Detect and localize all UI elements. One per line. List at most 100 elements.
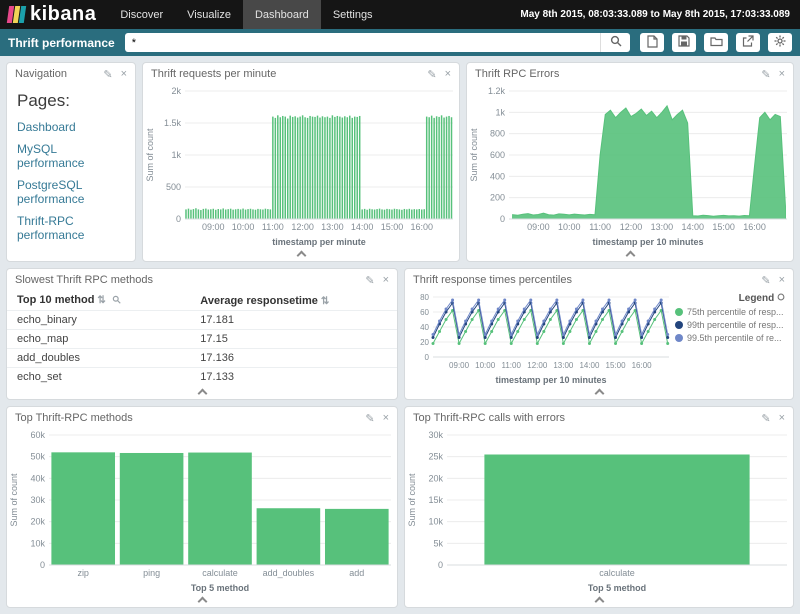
edit-icon[interactable]: ✎ — [761, 68, 770, 81]
edit-icon[interactable]: ✎ — [103, 68, 112, 81]
close-icon[interactable]: × — [779, 274, 785, 287]
close-icon[interactable]: × — [445, 68, 451, 81]
collapse-panel-button[interactable] — [7, 594, 397, 607]
table-row[interactable]: add_doubles17.136 — [7, 349, 397, 368]
collapse-chevron-icon — [625, 251, 635, 261]
svg-text:add_doubles: add_doubles — [263, 568, 315, 578]
column-header-responsetime[interactable]: Average responsetime⇅ — [190, 291, 397, 311]
dashboard-toolbar — [640, 33, 792, 52]
nav-item-settings[interactable]: Settings — [321, 0, 385, 29]
collapse-panel-button[interactable] — [7, 386, 397, 399]
svg-text:0: 0 — [438, 560, 443, 570]
panel-top-errors-header[interactable]: Top Thrift-RPC calls with errors ✎ × — [405, 407, 793, 429]
svg-text:12:00: 12:00 — [527, 361, 548, 370]
nav-item-dashboard[interactable]: Dashboard — [243, 0, 321, 29]
panel-thrift-rpc-errors-header[interactable]: Thrift RPC Errors ✎ × — [467, 63, 793, 85]
legend-item[interactable]: 75th percentile of resp... — [675, 307, 785, 317]
new-dashboard-button[interactable] — [640, 33, 664, 52]
top-methods-chart[interactable]: 010k20k30k40k50k60kzippingcalculateadd_d… — [7, 429, 397, 594]
svg-text:16:00: 16:00 — [410, 222, 433, 232]
time-range-picker[interactable]: May 8th 2015, 08:03:33.089 to May 8th 20… — [520, 9, 800, 20]
column-header-method[interactable]: Top 10 method⇅ — [7, 291, 190, 311]
panel-thrift-requests-header[interactable]: Thrift requests per minute ✎ × — [143, 63, 459, 85]
dashboard-title: Thrift performance — [8, 36, 115, 50]
edit-icon[interactable]: ✎ — [761, 274, 770, 287]
magnifier-icon[interactable] — [112, 295, 121, 307]
search-input[interactable] — [125, 33, 600, 52]
search-button[interactable] — [600, 33, 630, 52]
panel-title: Navigation — [15, 68, 103, 80]
query-bar: Thrift performance — [0, 29, 800, 56]
nav-item-discover[interactable]: Discover — [108, 0, 175, 29]
svg-text:ping: ping — [143, 568, 160, 578]
edit-icon[interactable]: ✎ — [365, 412, 374, 425]
svg-text:1k: 1k — [495, 107, 505, 117]
panel-slowest-methods: Slowest Thrift RPC methods ✎ × Top 10 me… — [6, 268, 398, 400]
panel-thrift-requests: Thrift requests per minute ✎ × 05001k1.5… — [142, 62, 460, 262]
panel-percentiles-header[interactable]: Thrift response times percentiles ✎ × — [405, 269, 793, 291]
collapse-chevron-icon — [594, 597, 604, 607]
table-row[interactable]: echo_binary17.181 — [7, 311, 397, 330]
svg-text:10:00: 10:00 — [558, 222, 581, 232]
share-dashboard-button[interactable] — [736, 33, 760, 52]
folder-open-icon — [710, 36, 723, 50]
svg-text:16:00: 16:00 — [632, 361, 653, 370]
legend-item[interactable]: 99th percentile of resp... — [675, 320, 785, 330]
close-icon[interactable]: × — [779, 412, 785, 425]
collapse-panel-button[interactable] — [143, 248, 459, 261]
page-link-postgresql[interactable]: PostgreSQL performance — [17, 178, 125, 206]
column-label: Top 10 method — [17, 294, 94, 306]
page-link-mysql[interactable]: MySQL performance — [17, 142, 125, 170]
sort-icon[interactable]: ⇅ — [97, 295, 105, 306]
rpc-errors-chart[interactable]: 02004006008001k1.2k09:0010:0011:0012:001… — [467, 85, 793, 248]
collapse-panel-button[interactable] — [405, 594, 793, 607]
svg-text:11:00: 11:00 — [262, 222, 284, 232]
close-icon[interactable]: × — [383, 412, 389, 425]
legend-toggle[interactable]: Legend — [675, 293, 785, 304]
panel-navigation-header[interactable]: Navigation ✎ × — [7, 63, 135, 85]
svg-text:10:00: 10:00 — [232, 222, 255, 232]
svg-text:Sum of count: Sum of count — [9, 473, 19, 527]
requests-per-minute-chart[interactable]: 05001k1.5k2k09:0010:0011:0012:0013:0014:… — [143, 85, 459, 248]
navigation-markdown: Pages: Dashboard MySQL performance Postg… — [7, 85, 135, 261]
table-row[interactable]: echo_set17.133 — [7, 368, 397, 387]
save-dashboard-button[interactable] — [672, 33, 696, 52]
svg-text:0: 0 — [40, 560, 45, 570]
close-icon[interactable]: × — [779, 68, 785, 81]
dashboard-settings-button[interactable] — [768, 33, 792, 52]
percentiles-chart[interactable]: 02040608009:0010:0011:0012:0013:0014:001… — [405, 291, 675, 386]
top-errors-chart[interactable]: 05k10k15k20k25k30kcalculateSum of countT… — [405, 429, 793, 594]
kibana-logo[interactable]: kibana — [0, 3, 108, 26]
panel-slowest-methods-header[interactable]: Slowest Thrift RPC methods ✎ × — [7, 269, 397, 291]
edit-icon[interactable]: ✎ — [427, 68, 436, 81]
svg-text:20: 20 — [420, 338, 429, 347]
svg-text:400: 400 — [490, 171, 505, 181]
nav-item-visualize[interactable]: Visualize — [175, 0, 243, 29]
load-dashboard-button[interactable] — [704, 33, 728, 52]
panel-title: Thrift RPC Errors — [475, 68, 761, 80]
edit-icon[interactable]: ✎ — [761, 412, 770, 425]
edit-icon[interactable]: ✎ — [365, 274, 374, 287]
svg-text:09:00: 09:00 — [527, 222, 550, 232]
collapse-panel-button[interactable] — [405, 386, 793, 399]
svg-text:50k: 50k — [30, 452, 45, 462]
svg-text:30k: 30k — [30, 495, 45, 505]
panel-title: Thrift response times percentiles — [413, 274, 761, 286]
sort-icon[interactable]: ⇅ — [321, 296, 329, 307]
svg-text:11:00: 11:00 — [502, 361, 522, 370]
page-link-dashboard[interactable]: Dashboard — [17, 120, 125, 134]
svg-text:15:00: 15:00 — [712, 222, 735, 232]
close-icon[interactable]: × — [383, 274, 389, 287]
close-icon[interactable]: × — [121, 68, 127, 81]
svg-text:10k: 10k — [428, 517, 443, 527]
page-link-thrift-rpc[interactable]: Thrift-RPC performance — [17, 214, 125, 242]
table-row[interactable]: echo_map17.15 — [7, 330, 397, 349]
search-icon — [610, 35, 622, 50]
svg-text:13:00: 13:00 — [553, 361, 574, 370]
svg-text:30k: 30k — [428, 430, 443, 440]
svg-text:16:00: 16:00 — [743, 222, 766, 232]
panel-top-methods-header[interactable]: Top Thrift-RPC methods ✎ × — [7, 407, 397, 429]
legend-item[interactable]: 99.5th percentile of re... — [675, 333, 785, 343]
collapse-panel-button[interactable] — [467, 248, 793, 261]
cell-method: add_doubles — [7, 349, 190, 368]
